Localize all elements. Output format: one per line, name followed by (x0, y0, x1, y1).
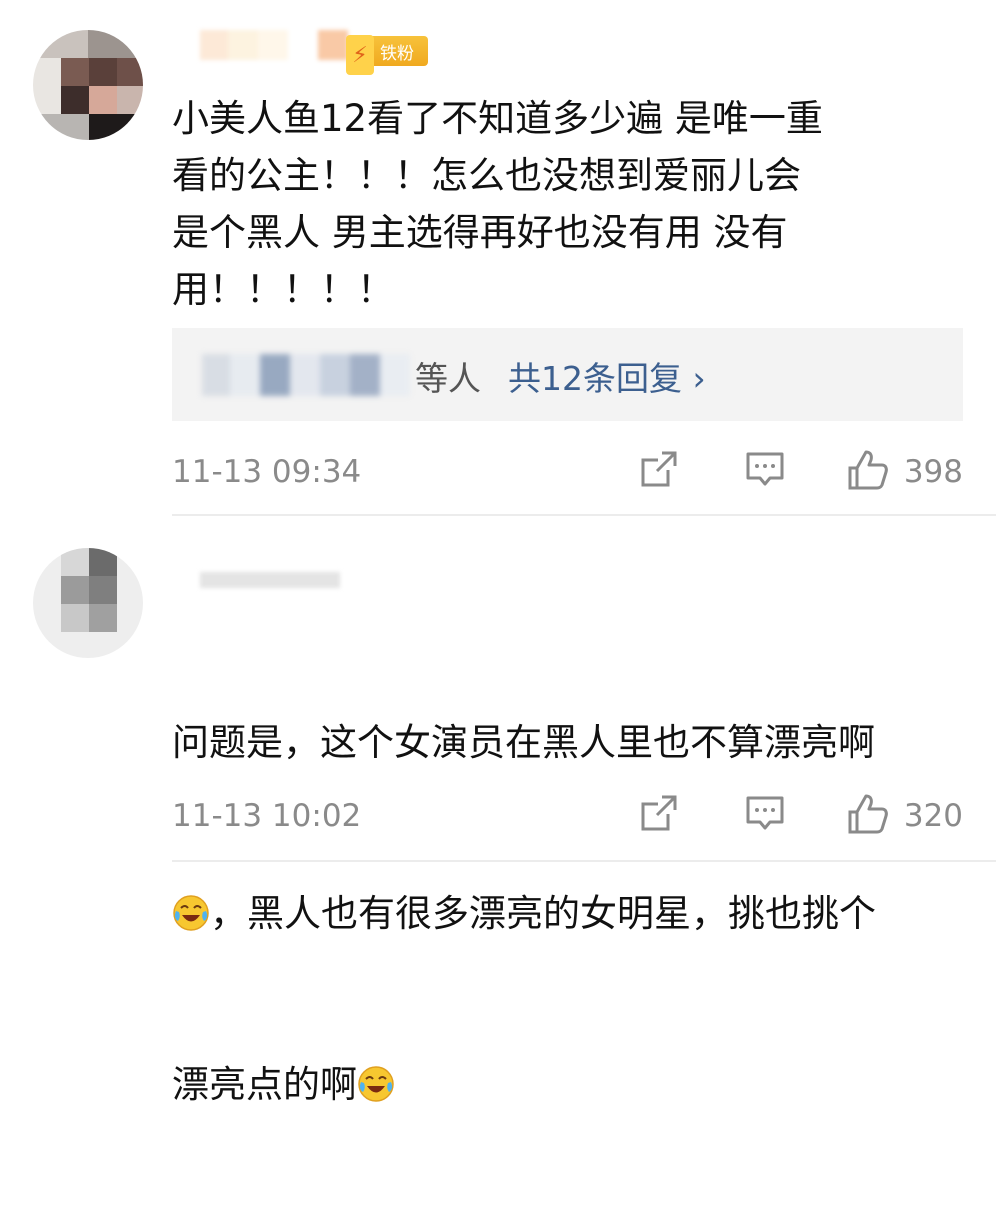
comment-divider (172, 514, 996, 516)
comment-text: 小美人鱼12看了不知道多少遍 是唯一重 看的公主！！！怎么也没想到爱丽儿会 是个… (172, 97, 823, 311)
comment-icon[interactable] (744, 792, 786, 838)
badge-label: 铁粉 (380, 43, 414, 64)
comment-line: ，黑人也有很多漂亮的女明星，挑也挑个 (172, 885, 972, 942)
reply-usernames-blurred (202, 354, 410, 396)
username-blurred[interactable] (200, 30, 348, 60)
avatar[interactable] (33, 548, 143, 658)
username-blurred[interactable] (200, 562, 340, 592)
comment-meta: 11-13 10:02 320 (172, 792, 963, 838)
laugh-cry-emoji-icon (357, 1062, 395, 1102)
comment-line: 问题是，这个女演员在黑人里也不算漂亮啊 (172, 721, 875, 764)
thumbs-up-icon[interactable] (846, 448, 890, 496)
comment-line-text: ，黑人也有很多漂亮的女明星，挑也挑个 (210, 892, 876, 935)
comment-line-text: 漂亮点的啊 (172, 1063, 357, 1106)
thumbs-up-icon[interactable] (846, 792, 890, 840)
comment-meta: 11-13 09:34 398 (172, 448, 963, 494)
reply-summary[interactable]: 等人 共12条回复 › (172, 328, 963, 421)
comment-text: 问题是，这个女演员在黑人里也不算漂亮啊 ，黑人也有很多漂亮的女明星，挑也挑个 漂… (172, 600, 972, 1227)
fan-badge: ⚡ 铁粉 (346, 35, 428, 75)
share-icon[interactable] (638, 448, 680, 494)
view-replies-link[interactable]: 共12条回复 › (508, 352, 706, 400)
timestamp: 11-13 10:02 (172, 798, 362, 834)
reply-suffix: 等人 (415, 359, 481, 398)
laugh-cry-emoji-icon (172, 891, 210, 931)
avatar[interactable] (33, 30, 143, 140)
share-icon[interactable] (638, 792, 680, 838)
like-count: 398 (903, 454, 963, 490)
comment-icon[interactable] (744, 448, 786, 494)
timestamp: 11-13 09:34 (172, 454, 362, 490)
comment-divider (172, 860, 996, 862)
like-count: 320 (903, 798, 963, 834)
comment-line: 漂亮点的啊 (172, 1056, 972, 1113)
fan-badge-icon: ⚡ (346, 35, 374, 75)
